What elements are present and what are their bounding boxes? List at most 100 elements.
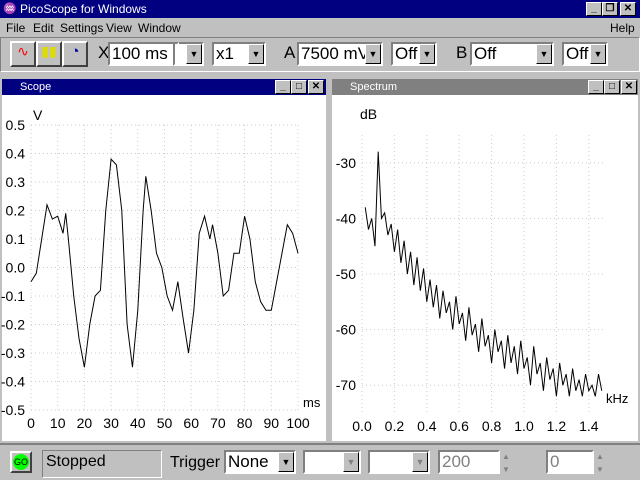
trigger-label: Trigger	[170, 454, 221, 471]
y-tick-label: -0.4	[1, 374, 25, 390]
y-tick-label: 0.0	[6, 260, 26, 276]
y-tick-label: -40	[336, 210, 356, 226]
trigger-delay-input[interactable]: 200	[438, 450, 500, 474]
channel-a-coupling-select[interactable]: Off ▼	[391, 42, 437, 66]
menu-view[interactable]: View	[106, 21, 132, 35]
bar-chart-icon: ▮▮	[41, 43, 57, 59]
close-button[interactable]: ✕	[620, 2, 636, 16]
menu-help[interactable]: Help	[610, 21, 635, 35]
scope-window: Scope _ □ ✕ 0 10 20 30 40 50 60 70 80 90 100 0.5 0.4…	[0, 77, 328, 443]
b-label: B	[456, 43, 468, 62]
y-tick-label: -30	[336, 155, 356, 171]
status-text: Stopped	[42, 450, 162, 478]
y-tick-label: 0.3	[6, 174, 26, 190]
menu-bar: File Edit Settings View Window Help	[0, 18, 640, 36]
timebase-value: 100 ms	[112, 44, 168, 63]
timebase-select[interactable]: 100 ms ▼	[108, 42, 204, 66]
x-axis-label: ms	[303, 395, 321, 410]
trigger-level-input[interactable]: 0	[546, 450, 594, 474]
y-tick-label: -70	[336, 377, 356, 393]
scope-chart: 0 10 20 30 40 50 60 70 80 90 100 0.5 0.4 0.3 0.2 0.1 0.0…	[1, 107, 321, 431]
meter-icon: ◔	[70, 43, 80, 60]
spectrum-window: Spectrum _ □ ✕ 0.0 0.2 0.4 0.6 0.8 1.0 1.2 1.4-…	[330, 77, 640, 443]
y-tick-label: 0.2	[6, 203, 26, 219]
menu-file[interactable]: File	[6, 21, 25, 35]
series-line	[30, 158, 299, 368]
x-tick-label: 0.4	[417, 418, 437, 434]
x-tick-label: 20	[77, 415, 93, 431]
multiplier-select[interactable]: x1 ▼	[212, 42, 266, 66]
chevron-down-icon: ▼	[412, 452, 428, 472]
x-tick-label: 0.8	[482, 418, 502, 434]
level-spinner[interactable]: ▲ ▼	[596, 450, 608, 476]
chevron-down-icon: ▼	[343, 452, 359, 472]
x-tick-label: 60	[183, 415, 199, 431]
x-tick-label: 80	[237, 415, 253, 431]
go-button[interactable]: GO	[10, 451, 32, 473]
channel-a-range-value: 7500 mV	[301, 44, 370, 63]
x-axis-label: kHz	[606, 391, 628, 406]
trigger-channel-select[interactable]: ▼	[303, 450, 361, 474]
x-tick-label: 1.0	[514, 418, 534, 434]
y-tick-label: 0.4	[6, 146, 26, 162]
x-tick-label: 100	[286, 415, 310, 431]
app-title: PicoScope for Windows	[20, 2, 147, 16]
toolbar: ∿ ▮▮ ◔ X 100 ms ▼ x1 ▼ A 7500 mV ▼ Off ▼ B O…	[0, 37, 640, 72]
minimize-button[interactable]: _	[586, 2, 602, 16]
trigger-direction-select[interactable]: ▼	[368, 450, 430, 474]
chevron-down-icon: ▼	[590, 44, 606, 64]
x-tick-label: 30	[103, 415, 119, 431]
channel-b-range-select[interactable]: Off ▼	[470, 42, 554, 66]
y-axis-label: V	[33, 107, 43, 123]
x-tick-label: 1.2	[547, 418, 567, 434]
chevron-down-icon: ▼	[248, 44, 264, 64]
menu-edit[interactable]: Edit	[33, 21, 54, 35]
channel-b-coupling-select[interactable]: Off ▼	[562, 42, 608, 66]
x-tick-label: 0.0	[352, 418, 372, 434]
channel-b-coupling-value: Off	[566, 44, 589, 63]
meter-view-button[interactable]: ◔	[62, 41, 88, 67]
y-axis-label: dB	[360, 106, 377, 122]
chevron-down-icon: ▼	[365, 44, 381, 64]
x-tick-label: 10	[50, 415, 66, 431]
y-tick-label: 0.1	[6, 231, 26, 247]
menu-settings[interactable]: Settings	[60, 21, 103, 35]
go-label: GO	[13, 454, 29, 470]
restore-button[interactable]: ❐	[602, 2, 618, 16]
multiplier-value: x1	[216, 44, 234, 63]
channel-b-range-value: Off	[474, 44, 497, 63]
scope-view-button[interactable]: ∿	[10, 41, 36, 67]
trigger-mode-value: None	[228, 452, 269, 471]
spectrum-chart: 0.0 0.2 0.4 0.6 0.8 1.0 1.2 1.4 -30 -40 -50 -60 -70 d…	[336, 106, 629, 434]
title-bar: ♒ PicoScope for Windows _ ❐ ✕	[0, 0, 640, 18]
spectrum-view-button[interactable]: ▮▮	[36, 41, 62, 67]
menu-window[interactable]: Window	[138, 21, 181, 35]
y-tick-label: -0.1	[1, 288, 25, 304]
y-tick-label: -60	[336, 322, 356, 338]
x-tick-label: 90	[264, 415, 280, 431]
channel-a-range-select[interactable]: 7500 mV ▼	[297, 42, 383, 66]
y-tick-label: -0.2	[1, 317, 25, 333]
chevron-down-icon: ▼	[186, 44, 202, 64]
x-tick-label: 50	[157, 415, 173, 431]
delay-spinner[interactable]: ▲ ▼	[502, 450, 514, 476]
x-tick-label: 70	[210, 415, 226, 431]
trigger-mode-select[interactable]: None ▼	[224, 450, 296, 474]
x-tick-label: 40	[130, 415, 146, 431]
y-tick-label: 0.5	[6, 117, 26, 133]
x-tick-label: 0.2	[385, 418, 405, 434]
channel-a-coupling-value: Off	[395, 44, 418, 63]
chevron-down-icon: ▼	[278, 452, 294, 472]
y-tick-label: -0.3	[1, 345, 25, 361]
chevron-down-icon: ▼	[536, 44, 552, 64]
chevron-down-icon: ▼	[419, 44, 435, 64]
a-label: A	[284, 43, 296, 62]
x-tick-label: 0.6	[449, 418, 469, 434]
y-tick-label: -50	[336, 266, 356, 282]
x-tick-label: 1.4	[579, 418, 599, 434]
y-tick-label: -0.5	[1, 402, 25, 418]
app-logo-icon: ♒	[3, 3, 17, 15]
waveform-icon: ∿	[17, 43, 29, 59]
status-bar: GO Stopped Trigger None ▼ ▼ ▼ 200 ▲ ▼ 0 ▲ ▼	[0, 443, 640, 480]
x-tick-label: 0	[27, 415, 35, 431]
